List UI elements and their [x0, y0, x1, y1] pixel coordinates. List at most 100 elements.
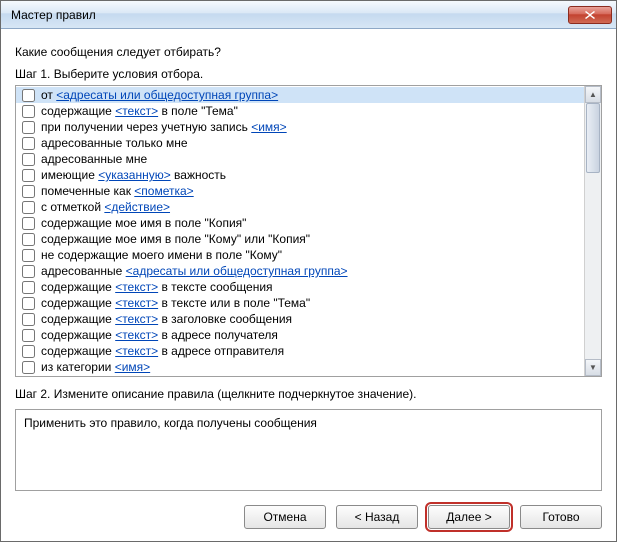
rules-wizard-window: Мастер правил Какие сообщения следует от… — [0, 0, 617, 542]
scroll-thumb[interactable] — [586, 103, 600, 173]
scroll-track[interactable] — [585, 103, 601, 359]
condition-row[interactable]: содержащие <текст> в тексте или в поле "… — [16, 295, 584, 311]
condition-text-fragment: в заголовке сообщения — [158, 312, 292, 326]
condition-row[interactable]: из категории <имя> — [16, 359, 584, 375]
condition-row[interactable]: содержащие мое имя в поле "Кому" или "Ко… — [16, 231, 584, 247]
scroll-down-button[interactable]: ▼ — [585, 359, 601, 376]
condition-text: адресованные <адресаты или общедоступная… — [41, 263, 348, 279]
condition-row[interactable]: содержащие <текст> в адресе отправителя — [16, 343, 584, 359]
condition-text-fragment: в тексте сообщения — [158, 280, 272, 294]
condition-link[interactable]: <текст> — [115, 312, 158, 326]
rule-description-text: Применить это правило, когда получены со… — [24, 416, 317, 430]
condition-text: содержащие <текст> в тексте или в поле "… — [41, 295, 310, 311]
condition-row[interactable]: при получении через учетную запись <имя> — [16, 119, 584, 135]
condition-link[interactable]: <адресаты или общедоступная группа> — [126, 264, 348, 278]
condition-link[interactable]: <имя> — [251, 120, 286, 134]
condition-text: содержащие мое имя в поле "Копия" — [41, 215, 246, 231]
question-prompt: Какие сообщения следует отбирать? — [15, 45, 602, 59]
condition-link[interactable]: <текст> — [115, 280, 158, 294]
condition-text-fragment: содержащие — [41, 296, 115, 310]
condition-checkbox[interactable] — [22, 169, 35, 182]
condition-text-fragment: в поле "Тема" — [158, 104, 238, 118]
condition-text-fragment: содержащие — [41, 328, 115, 342]
condition-checkbox[interactable] — [22, 345, 35, 358]
condition-link[interactable]: <пометка> — [134, 184, 193, 198]
condition-text: содержащие <текст> в поле "Тема" — [41, 103, 238, 119]
condition-row[interactable]: содержащие <текст> в адресе получателя — [16, 327, 584, 343]
condition-text: содержащие мое имя в поле "Кому" или "Ко… — [41, 231, 310, 247]
condition-row[interactable]: от <адресаты или общедоступная группа> — [16, 87, 584, 103]
condition-text-fragment: в тексте или в поле "Тема" — [158, 296, 310, 310]
condition-link[interactable]: <действие> — [104, 200, 170, 214]
condition-checkbox[interactable] — [22, 89, 35, 102]
condition-checkbox[interactable] — [22, 121, 35, 134]
condition-checkbox[interactable] — [22, 297, 35, 310]
finish-button[interactable]: Готово — [520, 505, 602, 529]
condition-text-fragment: содержащие — [41, 344, 115, 358]
condition-text: при получении через учетную запись <имя> — [41, 119, 287, 135]
condition-link[interactable]: <текст> — [115, 328, 158, 342]
condition-text-fragment: помеченные как — [41, 184, 134, 198]
condition-row[interactable]: содержащие <текст> в заголовке сообщения — [16, 311, 584, 327]
condition-row[interactable]: содержащие мое имя в поле "Копия" — [16, 215, 584, 231]
condition-text: не содержащие моего имени в поле "Кому" — [41, 247, 282, 263]
condition-row[interactable]: адресованные <адресаты или общедоступная… — [16, 263, 584, 279]
condition-row[interactable]: содержащие <текст> в поле "Тема" — [16, 103, 584, 119]
conditions-list[interactable]: от <адресаты или общедоступная группа>со… — [16, 86, 584, 376]
condition-text: адресованные только мне — [41, 135, 188, 151]
condition-text: содержащие <текст> в заголовке сообщения — [41, 311, 292, 327]
next-button[interactable]: Далее > — [428, 505, 510, 529]
close-button[interactable] — [568, 6, 612, 24]
condition-text-fragment: в адресе отправителя — [158, 344, 284, 358]
condition-row[interactable]: содержащие <текст> в тексте сообщения — [16, 279, 584, 295]
condition-checkbox[interactable] — [22, 313, 35, 326]
condition-checkbox[interactable] — [22, 201, 35, 214]
cancel-button[interactable]: Отмена — [244, 505, 326, 529]
condition-row[interactable]: не содержащие моего имени в поле "Кому" — [16, 247, 584, 263]
condition-text: помеченные как <пометка> — [41, 183, 194, 199]
condition-text: имеющие <указанную> важность — [41, 167, 226, 183]
condition-checkbox[interactable] — [22, 249, 35, 262]
condition-link[interactable]: <имя> — [115, 360, 150, 374]
condition-checkbox[interactable] — [22, 233, 35, 246]
condition-link[interactable]: <текст> — [115, 344, 158, 358]
close-icon — [585, 11, 595, 19]
condition-text-fragment: содержащие — [41, 280, 115, 294]
condition-row[interactable]: имеющие <указанную> важность — [16, 167, 584, 183]
condition-checkbox[interactable] — [22, 217, 35, 230]
condition-text-fragment: адресованные — [41, 264, 126, 278]
rule-description-box[interactable]: Применить это правило, когда получены со… — [15, 409, 602, 491]
condition-text-fragment: из категории — [41, 360, 115, 374]
condition-text-fragment: адресованные только мне — [41, 136, 188, 150]
condition-link[interactable]: <текст> — [115, 104, 158, 118]
condition-text: от <адресаты или общедоступная группа> — [41, 87, 278, 103]
condition-text: содержащие <текст> в адресе получателя — [41, 327, 278, 343]
condition-checkbox[interactable] — [22, 153, 35, 166]
condition-checkbox[interactable] — [22, 105, 35, 118]
titlebar: Мастер правил — [1, 1, 616, 29]
scrollbar[interactable]: ▲ ▼ — [584, 86, 601, 376]
condition-text: содержащие <текст> в тексте сообщения — [41, 279, 273, 295]
condition-link[interactable]: <указанную> — [98, 168, 171, 182]
condition-text-fragment: содержащие — [41, 312, 115, 326]
condition-text-fragment: имеющие — [41, 168, 98, 182]
condition-checkbox[interactable] — [22, 265, 35, 278]
condition-row[interactable]: адресованные только мне — [16, 135, 584, 151]
condition-checkbox[interactable] — [22, 185, 35, 198]
condition-row[interactable]: помеченные как <пометка> — [16, 183, 584, 199]
condition-checkbox[interactable] — [22, 281, 35, 294]
dialog-body: Какие сообщения следует отбирать? Шаг 1.… — [1, 29, 616, 497]
condition-text: с отметкой <действие> — [41, 199, 170, 215]
back-button[interactable]: < Назад — [336, 505, 418, 529]
condition-checkbox[interactable] — [22, 329, 35, 342]
condition-text-fragment: содержащие — [41, 104, 115, 118]
condition-checkbox[interactable] — [22, 137, 35, 150]
condition-link[interactable]: <текст> — [115, 296, 158, 310]
condition-checkbox[interactable] — [22, 361, 35, 374]
condition-row[interactable]: адресованные мне — [16, 151, 584, 167]
condition-text-fragment: адресованные мне — [41, 152, 147, 166]
scroll-up-button[interactable]: ▲ — [585, 86, 601, 103]
condition-text: содержащие <текст> в адресе отправителя — [41, 343, 284, 359]
condition-row[interactable]: с отметкой <действие> — [16, 199, 584, 215]
condition-link[interactable]: <адресаты или общедоступная группа> — [56, 88, 278, 102]
